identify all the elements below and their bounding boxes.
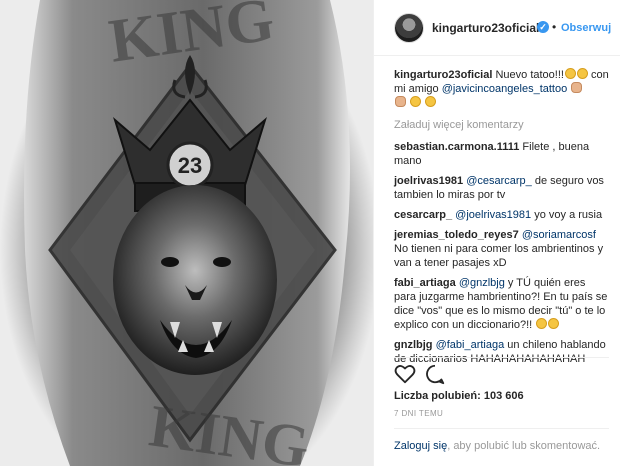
tattoo-image: KING 23 KING bbox=[24, 0, 350, 466]
comment-mention[interactable]: @fabi_artiaga bbox=[436, 339, 505, 351]
comment-item: joelrivas1981 @cesarcarp_ de seguro vos … bbox=[394, 174, 609, 202]
caption-text: Nuevo tatoo!!! bbox=[492, 69, 564, 81]
load-more-comments[interactable]: Załaduj więcej komentarzy bbox=[394, 118, 609, 132]
login-prompt: Zaloguj się, aby polubić lub skomentować… bbox=[394, 440, 600, 452]
post-header: kingarturo23oficial ✓ • Obserwuj bbox=[374, 0, 620, 56]
login-link[interactable]: Zaloguj się bbox=[394, 440, 447, 452]
comment-mention[interactable]: @joelrivas1981 bbox=[455, 209, 531, 221]
comment-item: fabi_artiaga @gnzlbjg y TÚ quién eres pa… bbox=[394, 276, 609, 332]
comment-mention[interactable]: @cesarcarp_ bbox=[466, 175, 532, 187]
post-sidebar: kingarturo23oficial ✓ • Obserwuj kingart… bbox=[373, 0, 620, 466]
emoji-icon bbox=[425, 96, 437, 107]
clap-emoji-icon bbox=[571, 82, 583, 93]
separator-dot: • bbox=[552, 20, 557, 34]
divider bbox=[394, 428, 609, 429]
comment-text: yo voy a rusia bbox=[531, 209, 603, 221]
comment-item: gnzlbjg @fabi_artiaga un chileno habland… bbox=[394, 338, 609, 366]
emoji-icon bbox=[548, 318, 560, 329]
comment-item: jeremias_toledo_reyes7 @soriamarcosf No … bbox=[394, 228, 609, 270]
comment-text: No tienen ni para comer los ambrientinos… bbox=[394, 243, 604, 269]
comment-username[interactable]: fabi_artiaga bbox=[394, 277, 456, 289]
heart-icon[interactable] bbox=[394, 363, 416, 385]
divider bbox=[394, 357, 609, 358]
comment-username[interactable]: gnzlbjg bbox=[394, 339, 433, 351]
emoji-icon bbox=[410, 96, 422, 107]
header-username[interactable]: kingarturo23oficial bbox=[432, 21, 539, 35]
comment-item: sebastian.carmona.1111 Filete , buena ma… bbox=[394, 140, 609, 168]
comment-username[interactable]: cesarcarp_ bbox=[394, 209, 452, 221]
clap-emoji-icon bbox=[395, 96, 406, 107]
comment-username[interactable]: jeremias_toledo_reyes7 bbox=[394, 229, 519, 241]
crown-number: 23 bbox=[178, 153, 202, 178]
emoji-icon bbox=[536, 318, 548, 329]
avatar[interactable] bbox=[394, 13, 424, 43]
post-timestamp: 7 DNI TEMU bbox=[394, 409, 444, 418]
post-photo[interactable]: KING 23 KING bbox=[0, 0, 373, 466]
caption-mention[interactable]: @javicincoangeles_tattoo bbox=[442, 83, 568, 95]
comment-username[interactable]: joelrivas1981 bbox=[394, 175, 463, 187]
caption-username[interactable]: kingarturo23oficial bbox=[394, 69, 492, 81]
follow-button[interactable]: Obserwuj bbox=[561, 22, 611, 34]
comments-list: kingarturo23oficial Nuevo tatoo!!! con m… bbox=[394, 68, 609, 372]
comment-mention[interactable]: @soriamarcosf bbox=[522, 229, 596, 241]
comment-mention[interactable]: @gnzlbjg bbox=[459, 277, 505, 289]
speech-bubble-icon[interactable] bbox=[424, 363, 446, 385]
comment-username[interactable]: sebastian.carmona.1111 bbox=[394, 141, 519, 153]
comment-item: cesarcarp_ @joelrivas1981 yo voy a rusia bbox=[394, 208, 609, 222]
emoji-icon bbox=[576, 68, 588, 79]
login-text: , aby polubić lub skomentować. bbox=[447, 440, 601, 452]
verified-badge-icon: ✓ bbox=[537, 21, 549, 33]
emoji-icon bbox=[564, 68, 576, 79]
caption: kingarturo23oficial Nuevo tatoo!!! con m… bbox=[394, 68, 609, 110]
likes-count[interactable]: Liczba polubień: 103 606 bbox=[394, 390, 524, 402]
